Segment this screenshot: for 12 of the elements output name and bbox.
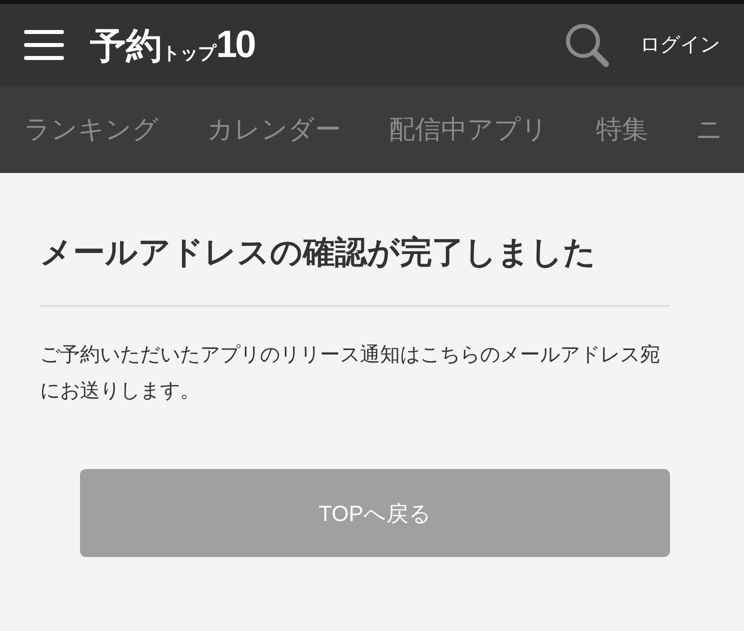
login-link[interactable]: ログイン [640,30,720,60]
page-heading: メールアドレスの確認が完了しました [40,233,597,272]
nav-tab[interactable]: カレンダー [207,110,341,149]
menu-icon[interactable] [24,29,64,61]
nav-tab[interactable]: ニ [696,110,723,149]
back-to-top-button[interactable]: TOPへ戻る [80,469,670,557]
search-icon[interactable] [564,22,610,68]
nav-tab[interactable]: ランキング [24,110,159,149]
confirmation-message: ご予約いただいたアプリのリリース通知はこちらのメールアドレス宛にお送りします。 [40,343,661,404]
site-logo[interactable]: 予約 トップ10 [90,26,254,64]
nav-tab[interactable]: 特集 [596,110,648,149]
nav-tab[interactable]: 配信中アプリ [389,110,548,149]
